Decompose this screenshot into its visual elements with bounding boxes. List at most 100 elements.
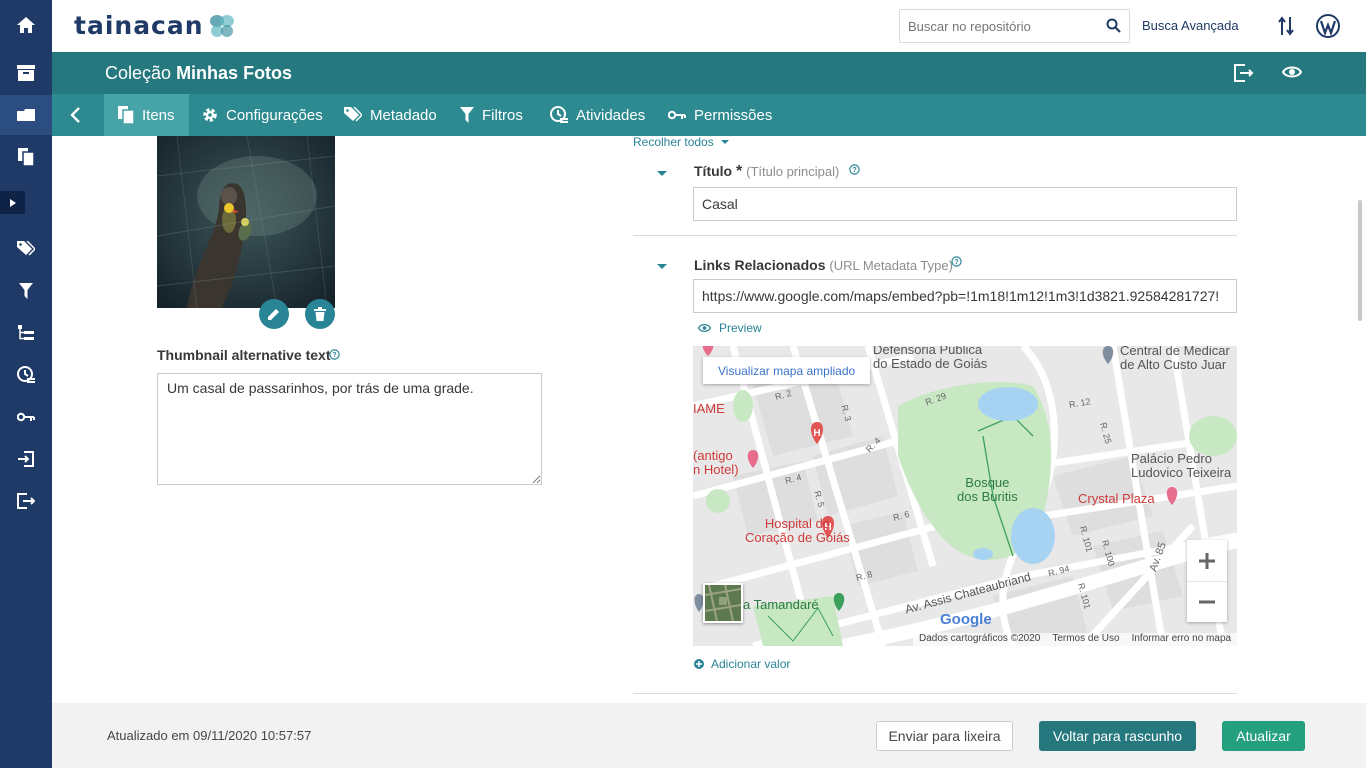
title-collapse-caret-icon[interactable] (657, 170, 667, 177)
tab-settings[interactable]: Configurações (188, 94, 337, 136)
collection-title: Coleção Minhas Fotos (105, 63, 292, 84)
gear-icon (203, 108, 217, 122)
help-icon[interactable]: ? (951, 256, 962, 267)
google-logo: Google (940, 611, 992, 628)
home-icon (17, 17, 35, 33)
thumbnail-alt-textarea[interactable]: Um casal de passarinhos, por trás de uma… (157, 373, 542, 485)
divider (633, 235, 1237, 236)
export-icon (17, 493, 35, 509)
sidebar (0, 0, 52, 768)
tab-items[interactable]: Itens (104, 94, 189, 136)
tab-filters[interactable]: Filtros (446, 94, 537, 136)
tab-label: Metadado (370, 106, 437, 124)
wordpress-icon[interactable] (1316, 14, 1340, 38)
tab-metadata[interactable]: Metadado (330, 94, 451, 136)
satellite-thumbnail (705, 585, 741, 621)
edit-thumbnail-button[interactable] (259, 299, 289, 329)
tab-label: Configurações (226, 106, 323, 124)
send-to-trash-button[interactable]: Enviar para lixeira (876, 721, 1013, 751)
map-label-defensoria: Defensoria Pública do Estado de Goiás (873, 346, 988, 371)
key-icon (668, 110, 686, 120)
zoom-out-button[interactable] (1187, 581, 1227, 622)
title-field-sub: (Título principal) (746, 164, 840, 179)
map-terms-link[interactable]: Termos de Uso (1052, 633, 1119, 646)
sidebar-collection-items[interactable] (0, 95, 52, 135)
back-chevron-icon[interactable] (66, 105, 86, 125)
delete-thumbnail-button[interactable] (305, 299, 335, 329)
sidebar-importers[interactable] (0, 439, 52, 479)
collapse-all-toggle[interactable]: Recolher todos (633, 135, 729, 149)
key-icon (17, 412, 35, 422)
title-field-label: Título * (Título principal) (694, 163, 839, 181)
map-report-link[interactable]: Informar erro no mapa (1132, 633, 1232, 646)
zoom-in-button[interactable] (1187, 540, 1227, 581)
caret-down-icon (720, 140, 729, 144)
collapse-all-label: Recolher todos (633, 135, 714, 149)
svg-text:?: ? (332, 352, 336, 359)
search-input[interactable] (900, 10, 1100, 42)
map-footer: Dados cartográficos ©2020 Termos de Uso … (913, 633, 1237, 646)
update-button[interactable]: Atualizar (1222, 721, 1305, 751)
tab-permissions[interactable]: Permissões (654, 94, 786, 136)
activity-icon (550, 106, 568, 123)
map-label-hospital: Hospital do Coração de Goiás (745, 516, 850, 545)
sidebar-home[interactable] (0, 5, 52, 45)
repository-search (899, 9, 1130, 43)
satellite-toggle[interactable] (703, 583, 743, 623)
preview-label: Preview (719, 321, 762, 335)
links-field-label: Links Relacionados (URL Metadata Type) (694, 257, 953, 273)
svg-text:H: H (813, 428, 820, 439)
title-input[interactable] (693, 187, 1237, 221)
map-zoom-control (1187, 540, 1227, 622)
add-value-link[interactable]: Adicionar valor (694, 657, 790, 671)
return-to-draft-button[interactable]: Voltar para rascunho (1039, 721, 1196, 751)
search-icon[interactable] (1106, 18, 1121, 33)
eye-icon[interactable] (1282, 64, 1302, 80)
links-url-input[interactable] (693, 279, 1237, 313)
help-icon[interactable]: ? (849, 164, 860, 175)
sidebar-permissions[interactable] (0, 397, 52, 437)
map-enlarge-button[interactable]: Visualizar mapa ampliado (703, 357, 871, 384)
svg-text:?: ? (954, 259, 958, 266)
page-scrollbar[interactable] (1358, 200, 1362, 321)
tab-activities[interactable]: Atividades (536, 94, 659, 136)
plus-circle-icon (694, 659, 704, 669)
preview-link[interactable]: Preview (698, 321, 762, 335)
required-mark: * (736, 163, 743, 180)
activity-icon (17, 366, 35, 383)
trash-icon (314, 307, 326, 321)
tag-icon (344, 107, 362, 122)
links-collapse-caret-icon[interactable] (657, 263, 667, 270)
map-label-central: Central de Medicar de Alto Custo Juar (1120, 346, 1230, 372)
help-icon[interactable]: ? (329, 349, 340, 360)
tainacan-logo[interactable]: Tainacan (74, 11, 236, 40)
map-preview[interactable]: H H Defensoria Pública do Estado de Goiá… (693, 346, 1237, 646)
tab-label: Permissões (694, 106, 773, 124)
collection-prefix: Coleção (105, 63, 172, 83)
sidebar-exporters[interactable] (0, 481, 52, 521)
swap-vertical-icon[interactable] (1278, 15, 1294, 37)
tag-icon (17, 241, 35, 256)
sidebar-items[interactable] (0, 137, 52, 177)
collection-bar: Coleção Minhas Fotos (52, 52, 1366, 94)
filter-icon (460, 107, 474, 123)
tab-label: Itens (142, 106, 175, 124)
sidebar-expand[interactable] (0, 191, 25, 214)
filter-icon (19, 283, 33, 299)
map-label-tamandare: a Tamandaré (743, 597, 819, 612)
map-data-credit: Dados cartográficos ©2020 (919, 633, 1041, 644)
butterfly-icon (209, 14, 234, 37)
sidebar-metadata[interactable] (0, 229, 52, 269)
sidebar-filters[interactable] (0, 271, 52, 311)
sidebar-activities[interactable] (0, 355, 52, 395)
sidebar-collections[interactable] (0, 53, 52, 93)
collection-tabs: Itens Configurações Metadado Filtros Ati… (52, 94, 1366, 136)
logo-text: Tainacan (74, 11, 204, 40)
expand-icon (9, 198, 16, 207)
exit-admin-icon[interactable] (1234, 64, 1254, 82)
sidebar-taxonomies[interactable] (0, 313, 52, 353)
thumbnail-photo (157, 136, 335, 308)
advanced-search-link[interactable]: Busca Avançada (1142, 18, 1239, 33)
item-thumbnail (157, 136, 335, 308)
last-updated-text: Atualizado em 09/11/2020 10:57:57 (107, 728, 312, 743)
